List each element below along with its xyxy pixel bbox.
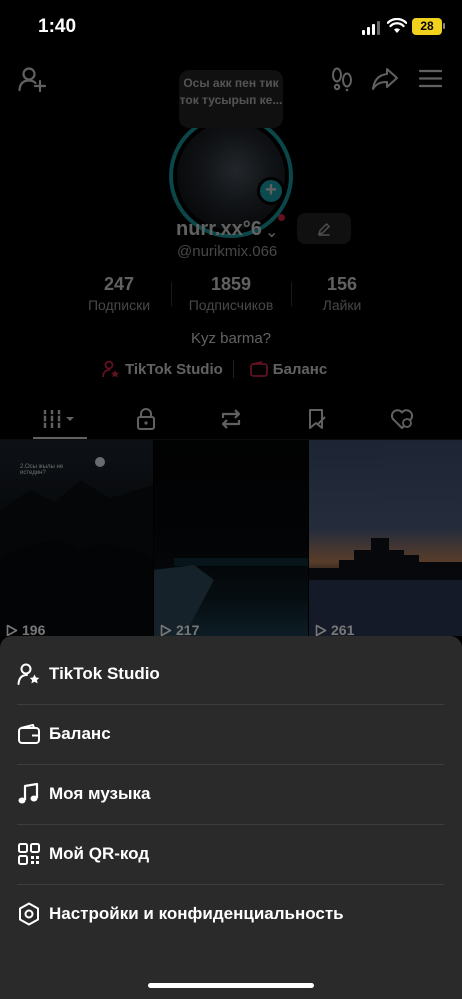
- tab-saved[interactable]: [287, 400, 347, 438]
- status-time: 1:40: [38, 16, 77, 37]
- signal-icon: [362, 21, 380, 35]
- share-icon[interactable]: [371, 67, 399, 91]
- add-story-icon[interactable]: +: [257, 177, 285, 205]
- chevron-down-icon[interactable]: ⌄: [265, 222, 278, 242]
- menu-label: Моя музыка: [49, 784, 151, 803]
- tab-reposts[interactable]: [201, 400, 261, 438]
- menu-label: TikTok Studio: [49, 664, 160, 683]
- music-note-icon: [18, 782, 39, 804]
- stat-value: 156: [326, 274, 358, 294]
- divider: [171, 282, 172, 306]
- video-grid: 2.Осы жылы не истедин? 196 217 261: [0, 440, 462, 636]
- status-bar: 1:40 28: [0, 0, 462, 56]
- menu-item-tiktok-studio[interactable]: TikTok Studio: [0, 644, 462, 704]
- grid-icon: [43, 410, 74, 428]
- person-star-icon: [17, 663, 40, 685]
- menu-item-qr-code[interactable]: Мой QR-код: [0, 824, 462, 884]
- menu-label: Настройки и конфиденциальность: [49, 904, 344, 923]
- repost-icon: [221, 409, 241, 429]
- add-friend-icon[interactable]: [18, 66, 46, 92]
- profile-header: Осы акк пен тик ток тусырып ке... + nurr…: [0, 56, 462, 440]
- stat-likes[interactable]: 156 Лайки: [300, 274, 384, 313]
- lock-icon: [137, 408, 155, 430]
- profile-tabs: [0, 400, 462, 440]
- menu-item-my-music[interactable]: Моя музыка: [0, 764, 462, 824]
- menu-item-settings[interactable]: Настройки и конфиденциальность: [0, 884, 462, 944]
- view-count: 196: [6, 622, 45, 636]
- video-thumbnail[interactable]: 217: [154, 440, 308, 636]
- video-thumbnail[interactable]: 2.Осы жылы не истедин? 196: [0, 440, 153, 636]
- qr-code-icon: [18, 843, 40, 865]
- play-icon: [6, 624, 18, 636]
- city-night-thumbnail: [154, 558, 308, 636]
- stat-label: Подписчиков: [188, 297, 274, 313]
- menu-item-balance[interactable]: Баланс: [0, 704, 462, 764]
- user-handle: @nurikmix.066: [177, 243, 278, 260]
- divider: [232, 360, 234, 378]
- stat-following[interactable]: 247 Подписки: [72, 274, 166, 313]
- view-count-value: 196: [22, 622, 46, 636]
- view-count: 261: [315, 622, 354, 636]
- profile-links: TikTok Studio Баланс: [102, 360, 327, 378]
- bottom-sheet-menu: TikTok Studio Баланс Моя музыка Мой QR-к…: [0, 636, 462, 999]
- play-icon: [160, 624, 172, 636]
- pencil-icon: [317, 222, 331, 236]
- notification-dot: [278, 214, 285, 221]
- battery-indicator: 28: [412, 18, 445, 35]
- home-indicator[interactable]: [148, 983, 314, 988]
- tiktok-studio-link[interactable]: TikTok Studio: [125, 361, 223, 378]
- video-caption: 2.Осы жылы не истедин?: [20, 464, 64, 476]
- wifi-icon: [387, 18, 407, 33]
- wallet-icon: [249, 361, 268, 377]
- tab-private[interactable]: [116, 400, 176, 438]
- username[interactable]: nurr.xx°6: [176, 218, 262, 241]
- balance-link[interactable]: Баланс: [273, 361, 327, 378]
- stat-followers[interactable]: 1859 Подписчиков: [176, 274, 286, 313]
- heart-icon: [390, 409, 414, 429]
- avatar-tooltip: Осы акк пен тик ток тусырып ке...: [179, 70, 283, 128]
- play-icon: [315, 624, 327, 636]
- video-thumbnail[interactable]: 261: [309, 440, 462, 636]
- stat-value: 247: [103, 274, 135, 294]
- stat-value: 1859: [210, 274, 252, 294]
- view-count-value: 261: [331, 622, 355, 636]
- sunset-city-thumbnail: [309, 538, 462, 636]
- bio: Kyz barma?: [190, 330, 272, 347]
- bookmark-icon: [309, 409, 326, 429]
- person-star-icon: [102, 360, 119, 378]
- view-count-value: 217: [176, 622, 200, 636]
- edit-profile-button[interactable]: [297, 213, 351, 244]
- footprints-icon[interactable]: [330, 66, 354, 92]
- stat-label: Лайки: [322, 297, 362, 313]
- tab-liked[interactable]: [372, 400, 432, 438]
- divider: [291, 282, 292, 306]
- active-tab-indicator: [33, 437, 87, 439]
- tab-videos[interactable]: [30, 400, 90, 438]
- view-count: 217: [160, 622, 199, 636]
- settings-gear-icon: [19, 902, 39, 926]
- stat-label: Подписки: [87, 297, 151, 313]
- menu-label: Баланс: [49, 724, 111, 743]
- menu-icon[interactable]: [419, 69, 442, 88]
- menu-label: Мой QR-код: [49, 844, 150, 863]
- wallet-icon: [18, 724, 40, 744]
